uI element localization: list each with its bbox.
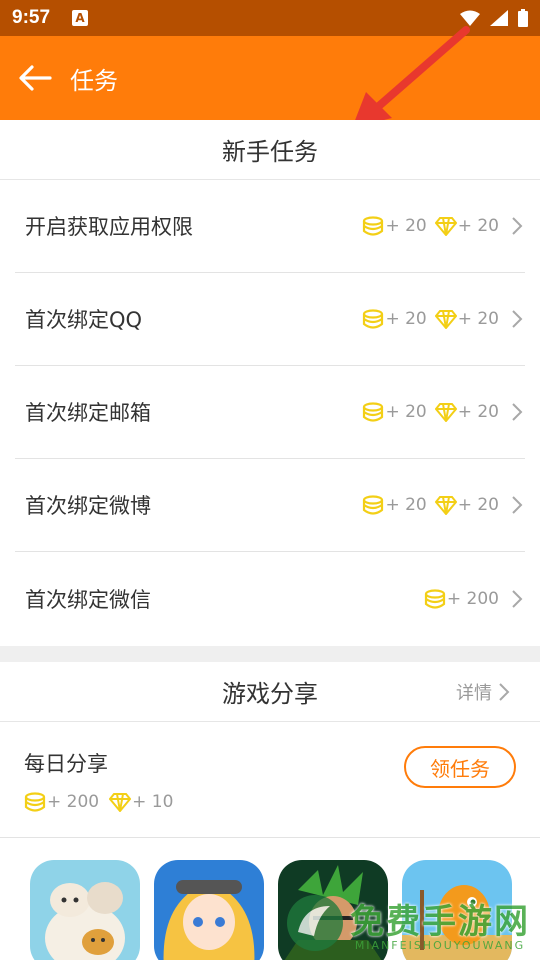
task-row[interactable]: 首次绑定微博 + 20 + 20 (15, 459, 525, 552)
coin-reward: + 20 (385, 402, 427, 422)
task-row[interactable]: 首次绑定邮箱 + 20 + 20 (15, 366, 525, 459)
task-rewards: + 20 + 20 (356, 495, 499, 515)
task-name: 首次绑定微博 (25, 494, 151, 518)
coin-icon (363, 309, 384, 329)
chevron-right-icon (512, 496, 523, 514)
status-bar: 9:57 A (0, 0, 540, 36)
diamond-reward: + 10 (132, 792, 174, 812)
coin-icon (424, 588, 445, 609)
task-row[interactable]: 首次绑定QQ + 20 + 20 (15, 273, 525, 366)
task-name: 首次绑定QQ (25, 308, 143, 332)
diamond-reward: + 20 (457, 216, 499, 236)
coin-reward: + 200 (446, 588, 499, 609)
coin-reward: + 200 (47, 792, 100, 812)
diamond-reward: + 20 (457, 309, 499, 329)
coin-icon (363, 495, 384, 515)
game-cats-icon[interactable] (30, 860, 140, 960)
diamond-icon (434, 403, 457, 422)
notification-icon: A (72, 10, 89, 26)
task-name: 首次绑定微信 (25, 587, 151, 612)
watermark-logo-icon (287, 895, 343, 951)
coin-reward: + 20 (385, 309, 427, 329)
task-rewards: + 20 + 20 (356, 216, 499, 236)
coin-reward: + 20 (385, 216, 427, 236)
diamond-icon (434, 217, 457, 236)
wifi-icon (460, 10, 480, 26)
watermark: 免费手游网 MIANFEISHOUYOUWANG (284, 892, 530, 954)
diamond-icon (434, 310, 457, 329)
chevron-right-icon (512, 217, 523, 235)
signal-icon (490, 10, 508, 26)
task-row[interactable]: 开启获取应用权限 + 20 + 20 (15, 180, 525, 273)
details-link[interactable]: 详情 (456, 662, 510, 722)
diamond-reward: + 20 (457, 495, 499, 515)
chevron-right-icon (512, 403, 523, 421)
coin-icon (363, 216, 384, 236)
section-title: 新手任务 (0, 120, 540, 180)
newbie-tasks-section: 新手任务 开启获取应用权限 + 20 + 20 首次绑定QQ + 20 + 20 首次绑定邮… (0, 120, 540, 646)
coin-icon (24, 792, 46, 812)
take-task-button[interactable]: 领任务 (404, 746, 516, 788)
back-button[interactable] (0, 36, 70, 120)
details-label: 详情 (456, 683, 492, 704)
task-rewards: + 20 + 20 (356, 402, 499, 422)
status-time: 9:57 (12, 7, 51, 28)
page-title: 任务 (70, 66, 118, 95)
status-icons (460, 9, 528, 27)
task-row[interactable]: 首次绑定微信 + 200 (15, 552, 525, 645)
watermark-cn: 免费手游网 (350, 902, 530, 942)
diamond-icon (434, 496, 457, 515)
task-rewards: + 200 (418, 589, 499, 609)
daily-rewards: + 200 + 10 (24, 792, 516, 812)
coin-icon (363, 402, 384, 422)
diamond-icon (109, 793, 132, 812)
task-name: 开启获取应用权限 (25, 215, 193, 239)
game-anime-girl-icon[interactable] (154, 860, 264, 960)
coin-reward: + 20 (385, 495, 427, 515)
chevron-right-icon (512, 589, 523, 608)
task-name: 首次绑定邮箱 (25, 401, 151, 425)
watermark-en: MIANFEISHOUYOUWANG (354, 939, 526, 952)
chevron-right-icon (512, 310, 523, 328)
back-arrow-icon (19, 65, 52, 91)
daily-share-item: 每日分享 + 200 + 10 领任务 (0, 722, 540, 838)
app-bar: 任务 (0, 36, 540, 120)
battery-icon (518, 9, 528, 27)
diamond-reward: + 20 (457, 402, 499, 422)
chevron-right-icon (499, 683, 510, 701)
task-rewards: + 20 + 20 (356, 309, 499, 329)
task-list: 开启获取应用权限 + 20 + 20 首次绑定QQ + 20 + 20 首次绑定邮箱 + 20… (0, 180, 540, 645)
